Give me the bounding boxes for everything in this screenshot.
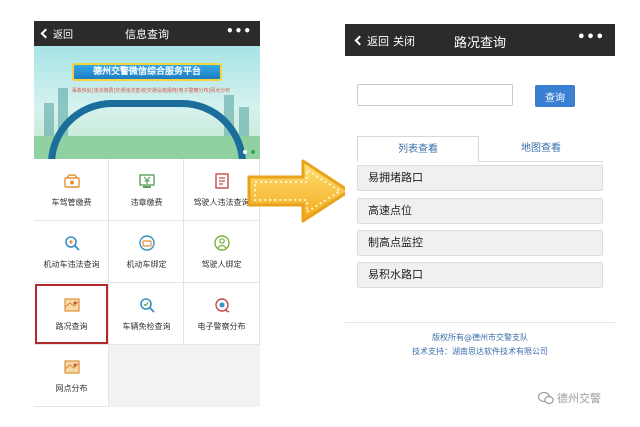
grid-item-outlet-map[interactable]: 网点分布 [34, 345, 109, 407]
driver-bind-icon [214, 235, 230, 251]
carousel-dot[interactable] [243, 150, 247, 154]
page-title: 路况查询 [453, 36, 506, 51]
vehicle-bind-icon [139, 235, 155, 251]
list-item[interactable]: 制高点监控 [357, 230, 603, 256]
grid-item-label: 机动车违法查询 [43, 260, 100, 269]
left-navbar: 返回 信息查询 ••• [34, 21, 260, 46]
composite-screenshot: 返回 信息查询 ••• 德州交警微信综合服务平台 事故快处|违法缴费|交通违法查… [0, 0, 640, 427]
vehicle-violation-search-icon [65, 236, 80, 251]
right-navbar: 返回 关闭 路况查询 ••• [345, 24, 615, 56]
road-map-icon [64, 298, 80, 312]
grid-item-vehicle-violation[interactable]: 机动车违法查询 [34, 221, 109, 283]
road-condition-screen: 返回 关闭 路况查询 ••• 查询 列表查看 地图查看 易拥堵路口 高速点位 制… [345, 24, 615, 364]
driver-violation-doc-icon [215, 173, 229, 189]
grid-item-vehicle-fee[interactable]: 车驾管缴费 [34, 159, 109, 221]
promo-banner[interactable]: 德州交警微信综合服务平台 事故快处|违法缴费|交通违法查询|交通设施报修|电子警… [34, 46, 260, 159]
grid-item-driver-bind[interactable]: 驾驶人绑定 [184, 221, 260, 283]
banner-title: 德州交警微信综合服务平台 [72, 63, 222, 81]
grid-item-label: 机动车绑定 [126, 260, 167, 269]
arch-bridge-graphic [48, 100, 246, 159]
yuan-payment-icon [139, 174, 155, 188]
grid-item-label: 车辆免检查询 [122, 322, 171, 331]
grid-item-label: 电子警察分布 [197, 322, 246, 331]
info-query-screen: 返回 信息查询 ••• 德州交警微信综合服务平台 事故快处|违法缴费|交通违法查… [34, 21, 260, 407]
grid-item-road-condition[interactable]: 路况查询 [34, 283, 109, 345]
search-input[interactable] [357, 84, 513, 106]
more-menu-button[interactable]: ••• [577, 30, 605, 45]
grid-item-e-police[interactable]: 电子警察分布 [184, 283, 260, 345]
vehicle-fee-icon [64, 174, 80, 188]
list-item[interactable]: 高速点位 [357, 198, 603, 224]
footer-divider [345, 322, 615, 323]
vehicle-exempt-search-icon [140, 298, 155, 313]
search-button[interactable]: 查询 [535, 85, 575, 107]
wechat-watermark: 德州交警 [538, 388, 601, 408]
camera-distribution-icon [215, 298, 230, 313]
tab-list-view[interactable]: 列表查看 [357, 136, 479, 162]
outlet-map-icon [64, 360, 80, 374]
right-arrow-icon [247, 159, 351, 223]
list-item[interactable]: 易拥堵路口 [357, 165, 603, 191]
footer-tech-support: 技术支持：湖南思达软件技术有限公司 [412, 347, 548, 356]
tab-map-view[interactable]: 地图查看 [479, 136, 603, 162]
grid-item-vehicle-bind[interactable]: 机动车绑定 [109, 221, 184, 283]
grid-item-label: 违章缴费 [130, 198, 163, 207]
carousel-dot-active[interactable] [251, 150, 255, 154]
watermark-text: 德州交警 [557, 392, 601, 405]
banner-subtitle: 事故快处|违法缴费|交通违法查询|交通设施报修|电子警察分布|网点分布 [71, 88, 231, 94]
wechat-icon [538, 391, 554, 405]
grid-item-vehicle-exempt[interactable]: 车辆免检查询 [109, 283, 184, 345]
grid-item-label: 驾驶人绑定 [201, 260, 242, 269]
grid-item-label: 车驾管缴费 [51, 198, 92, 207]
grid-item-label: 路况查询 [55, 322, 88, 331]
grid-item-violation-fee[interactable]: 违章缴费 [109, 159, 184, 221]
more-menu-button[interactable]: ••• [226, 24, 252, 38]
list-item[interactable]: 易积水路口 [357, 262, 603, 288]
grid-item-label: 网点分布 [55, 384, 88, 393]
footer-copyright: 版权所有@德州市交警支队 [432, 333, 528, 342]
